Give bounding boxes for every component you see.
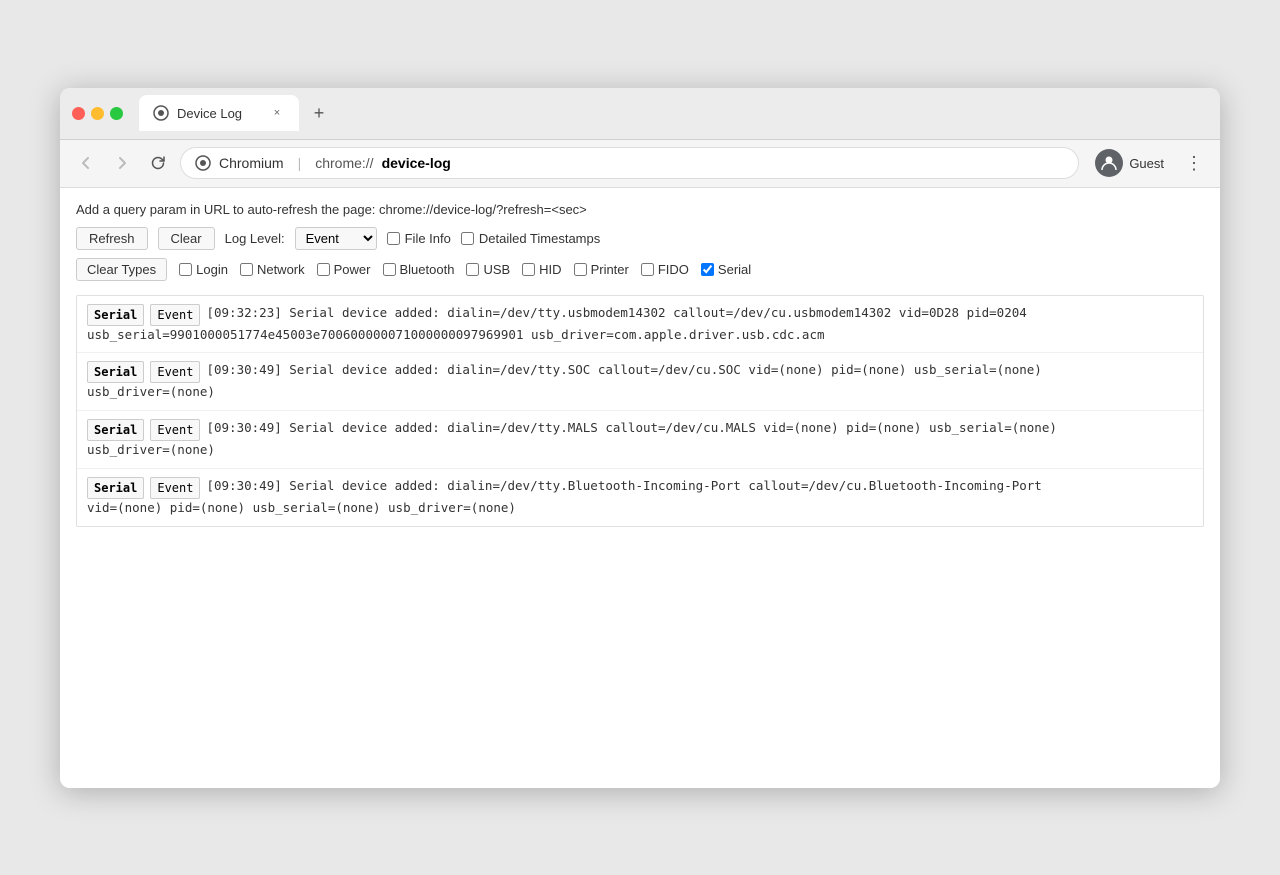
address-bar: Chromium | chrome:// device-log Guest ⋮ — [60, 140, 1220, 188]
log-continuation: usb_serial=9901000051774e45003e700600000… — [87, 326, 1193, 345]
type-network-checkbox[interactable] — [240, 263, 253, 276]
traffic-light-minimize[interactable] — [91, 107, 104, 120]
type-power-label[interactable]: Power — [317, 262, 371, 277]
clear-button[interactable]: Clear — [158, 227, 215, 250]
log-level-select[interactable]: Event Verbose Debug Info Warning Error — [295, 227, 377, 250]
type-serial-label[interactable]: Serial — [701, 262, 751, 277]
type-bluetooth-checkbox[interactable] — [383, 263, 396, 276]
type-fido-label[interactable]: FIDO — [641, 262, 689, 277]
type-power-text: Power — [334, 262, 371, 277]
log-entry: Serial Event [09:32:23] Serial device ad… — [77, 296, 1203, 354]
refresh-button[interactable]: Refresh — [76, 227, 148, 250]
log-source-tag: Serial — [87, 361, 144, 383]
type-printer-text: Printer — [591, 262, 629, 277]
tab-title: Device Log — [177, 106, 261, 121]
log-source-tag: Serial — [87, 477, 144, 499]
browser-menu-button[interactable]: ⋮ — [1180, 149, 1208, 177]
url-prefix: chrome:// — [315, 155, 373, 171]
log-type-tag: Event — [150, 477, 200, 499]
info-text: Add a query param in URL to auto-refresh… — [76, 202, 1204, 217]
file-info-checkbox-label[interactable]: File Info — [387, 231, 451, 246]
log-entry-header: Serial Event [09:30:49] Serial device ad… — [87, 361, 1193, 383]
log-type-tag: Event — [150, 304, 200, 326]
browser-name: Chromium — [219, 155, 284, 171]
tab-favicon-icon — [153, 105, 169, 121]
type-serial-text: Serial — [718, 262, 751, 277]
log-entries: Serial Event [09:32:23] Serial device ad… — [76, 295, 1204, 527]
type-usb-label[interactable]: USB — [466, 262, 510, 277]
log-entry-header: Serial Event [09:30:49] Serial device ad… — [87, 419, 1193, 441]
type-hid-label[interactable]: HID — [522, 262, 561, 277]
log-entry: Serial Event [09:30:49] Serial device ad… — [77, 469, 1203, 526]
log-entry: Serial Event [09:30:49] Serial device ad… — [77, 411, 1203, 469]
detailed-timestamps-checkbox[interactable] — [461, 232, 474, 245]
type-usb-text: USB — [483, 262, 510, 277]
types-row: Clear Types Login Network Power Bluetoot… — [76, 258, 1204, 281]
new-tab-button[interactable]: + — [305, 99, 333, 127]
log-level-label: Log Level: — [225, 231, 285, 246]
tab-close-button[interactable]: × — [269, 105, 285, 121]
account-label: Guest — [1129, 156, 1164, 171]
type-login-checkbox[interactable] — [179, 263, 192, 276]
log-continuation: usb_driver=(none) — [87, 383, 1193, 402]
address-divider: | — [298, 155, 302, 171]
toolbar-right: Guest ⋮ — [1087, 145, 1208, 181]
file-info-checkbox[interactable] — [387, 232, 400, 245]
type-hid-text: HID — [539, 262, 561, 277]
type-bluetooth-text: Bluetooth — [400, 262, 455, 277]
file-info-label: File Info — [405, 231, 451, 246]
account-button[interactable]: Guest — [1087, 145, 1172, 181]
detailed-timestamps-label: Detailed Timestamps — [479, 231, 600, 246]
address-field[interactable]: Chromium | chrome:// device-log — [180, 147, 1079, 179]
log-continuation: usb_driver=(none) — [87, 441, 1193, 460]
browser-window: Device Log × + — [60, 88, 1220, 788]
log-message: [09:30:49] Serial device added: dialin=/… — [206, 477, 1041, 496]
log-type-tag: Event — [150, 419, 200, 441]
tab-bar: Device Log × + — [139, 95, 1208, 131]
traffic-light-close[interactable] — [72, 107, 85, 120]
url-bold: device-log — [382, 155, 451, 171]
log-source-tag: Serial — [87, 304, 144, 326]
title-bar: Device Log × + — [60, 88, 1220, 140]
log-entry: Serial Event [09:30:49] Serial device ad… — [77, 353, 1203, 411]
active-tab[interactable]: Device Log × — [139, 95, 299, 131]
type-printer-label[interactable]: Printer — [574, 262, 629, 277]
type-hid-checkbox[interactable] — [522, 263, 535, 276]
log-entry-header: Serial Event [09:32:23] Serial device ad… — [87, 304, 1193, 326]
type-fido-text: FIDO — [658, 262, 689, 277]
site-favicon-icon — [195, 155, 211, 171]
type-network-text: Network — [257, 262, 305, 277]
back-button[interactable] — [72, 149, 100, 177]
account-icon — [1095, 149, 1123, 177]
log-continuation: vid=(none) pid=(none) usb_serial=(none) … — [87, 499, 1193, 518]
type-bluetooth-label[interactable]: Bluetooth — [383, 262, 455, 277]
type-network-label[interactable]: Network — [240, 262, 305, 277]
type-fido-checkbox[interactable] — [641, 263, 654, 276]
type-login-text: Login — [196, 262, 228, 277]
controls-row: Refresh Clear Log Level: Event Verbose D… — [76, 227, 1204, 250]
log-entry-header: Serial Event [09:30:49] Serial device ad… — [87, 477, 1193, 499]
log-message: [09:30:49] Serial device added: dialin=/… — [206, 361, 1041, 380]
type-serial-checkbox[interactable] — [701, 263, 714, 276]
type-power-checkbox[interactable] — [317, 263, 330, 276]
log-message: [09:30:49] Serial device added: dialin=/… — [206, 419, 1056, 438]
type-login-label[interactable]: Login — [179, 262, 228, 277]
traffic-light-fullscreen[interactable] — [110, 107, 123, 120]
log-message: [09:32:23] Serial device added: dialin=/… — [206, 304, 1026, 323]
page-content: Add a query param in URL to auto-refresh… — [60, 188, 1220, 788]
clear-types-button[interactable]: Clear Types — [76, 258, 167, 281]
type-usb-checkbox[interactable] — [466, 263, 479, 276]
traffic-lights — [72, 107, 123, 120]
log-source-tag: Serial — [87, 419, 144, 441]
detailed-timestamps-checkbox-label[interactable]: Detailed Timestamps — [461, 231, 600, 246]
type-printer-checkbox[interactable] — [574, 263, 587, 276]
log-type-tag: Event — [150, 361, 200, 383]
reload-button[interactable] — [144, 149, 172, 177]
forward-button[interactable] — [108, 149, 136, 177]
